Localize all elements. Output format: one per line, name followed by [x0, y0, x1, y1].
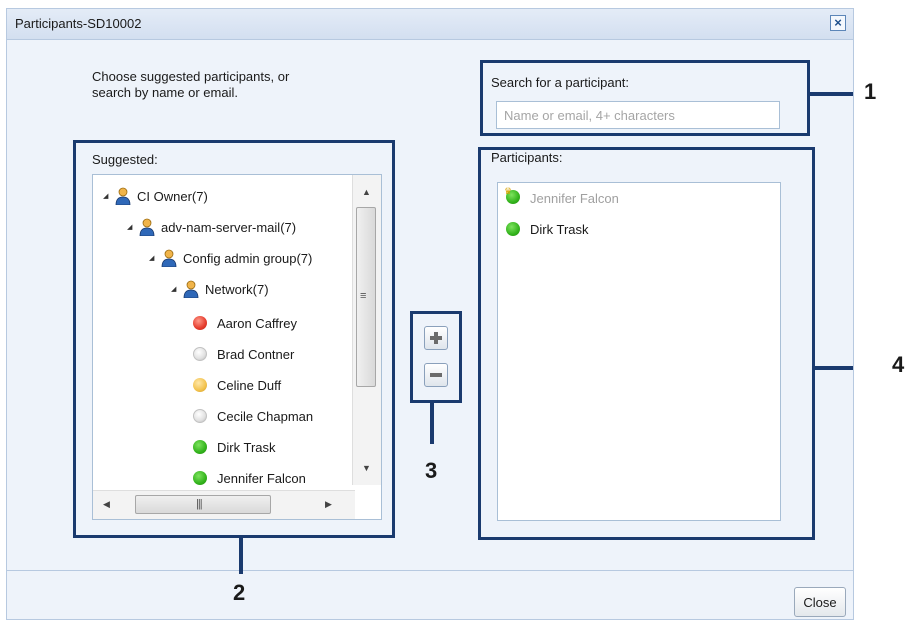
- tree-person-brad-contner[interactable]: Brad Contner: [193, 343, 294, 365]
- owner-status-icon: ♛: [504, 186, 530, 207]
- tree-person-cecile-chapman[interactable]: Cecile Chapman: [193, 405, 313, 427]
- person-name: Jennifer Falcon: [217, 470, 306, 486]
- status-red-icon: [193, 316, 207, 330]
- add-participant-button[interactable]: [424, 326, 448, 350]
- expand-triangle-icon[interactable]: ◢: [103, 192, 115, 200]
- expand-triangle-icon[interactable]: ◢: [171, 285, 183, 293]
- expand-triangle-icon[interactable]: ◢: [149, 254, 161, 262]
- status-grey-icon: [193, 347, 207, 361]
- search-input[interactable]: [496, 101, 780, 129]
- plus-icon: [429, 331, 443, 345]
- status-green-icon: [193, 440, 207, 454]
- tree-group-config-admin[interactable]: ◢ Config admin group(7): [149, 247, 312, 269]
- instruction-line-1: Choose suggested participants, or: [92, 69, 290, 84]
- dialog-title: Participants-SD10002: [15, 16, 142, 31]
- scroll-up-arrow-icon[interactable]: ▲: [362, 187, 371, 197]
- callout-line-1: [809, 92, 853, 96]
- scroll-down-arrow-icon[interactable]: ▼: [362, 463, 371, 473]
- person-name: Aaron Caffrey: [217, 315, 297, 331]
- suggested-tree[interactable]: ◢ CI Owner(7) ◢ adv-nam-server-mail(7) ◢…: [92, 174, 382, 520]
- tree-group-label: Config admin group(7): [183, 250, 313, 266]
- status-green-icon: [193, 471, 207, 485]
- tree-group-adv-nam[interactable]: ◢ adv-nam-server-mail(7): [127, 216, 296, 238]
- tree-person-celine-duff[interactable]: Celine Duff: [193, 374, 281, 396]
- participants-list[interactable]: ♛ Jennifer Falcon Dirk Trask: [497, 182, 781, 521]
- tree-group-label: CI Owner(7): [137, 188, 208, 204]
- tree-person-aaron-caffrey[interactable]: Aaron Caffrey: [193, 312, 297, 334]
- horizontal-scroll-thumb[interactable]: |||: [135, 495, 271, 514]
- vertical-scrollbar[interactable]: ▲ ≡ ▼: [352, 175, 381, 485]
- expand-triangle-icon[interactable]: ◢: [127, 223, 139, 231]
- search-label: Search for a participant:: [491, 75, 630, 90]
- participant-item-dirk-trask[interactable]: Dirk Trask: [506, 218, 589, 240]
- group-user-icon: [139, 218, 155, 236]
- instruction-line-2: search by name or email.: [92, 85, 238, 100]
- group-user-icon: [183, 280, 199, 298]
- callout-number-3: 3: [425, 458, 438, 483]
- status-green-icon: [506, 222, 520, 236]
- person-name: Dirk Trask: [217, 439, 276, 455]
- tree-person-jennifer-falcon[interactable]: Jennifer Falcon: [193, 467, 306, 489]
- person-name: Brad Contner: [217, 346, 295, 362]
- remove-participant-button[interactable]: [424, 363, 448, 387]
- instruction-text: Choose suggested participants, or search…: [92, 69, 392, 101]
- suggested-label: Suggested:: [92, 152, 158, 167]
- callout-box-add-remove: [410, 311, 462, 403]
- person-name: Celine Duff: [217, 377, 282, 393]
- scroll-right-arrow-icon[interactable]: ▶: [325, 499, 332, 510]
- callout-line-3: [430, 402, 434, 444]
- participant-name: Dirk Trask: [530, 221, 589, 237]
- person-name: Cecile Chapman: [217, 408, 314, 424]
- tree-group-ci-owner[interactable]: ◢ CI Owner(7): [103, 185, 208, 207]
- grip-icon: ≡: [360, 290, 367, 302]
- participant-item-jennifer-falcon[interactable]: ♛ Jennifer Falcon: [504, 186, 619, 209]
- scroll-left-arrow-icon[interactable]: ◀: [103, 499, 110, 510]
- title-bar: Participants-SD10002 ×: [7, 9, 853, 40]
- callout-line-4: [813, 366, 853, 370]
- minus-icon: [429, 368, 443, 382]
- footer-divider: [7, 570, 853, 571]
- grip-icon: |||: [196, 498, 203, 510]
- group-user-icon: [161, 249, 177, 267]
- callout-number-4: 4: [892, 352, 905, 377]
- crown-icon: ♛: [504, 185, 513, 196]
- participant-name: Jennifer Falcon: [530, 190, 619, 206]
- callout-line-2: [239, 538, 243, 574]
- tree-group-label: adv-nam-server-mail(7): [161, 219, 297, 235]
- vertical-scroll-thumb[interactable]: ≡: [356, 207, 376, 387]
- group-user-icon: [115, 187, 131, 205]
- participants-dialog: Participants-SD10002 × Choose suggested …: [6, 8, 854, 620]
- status-grey-icon: [193, 409, 207, 423]
- tree-person-dirk-trask[interactable]: Dirk Trask: [193, 436, 276, 458]
- close-x-icon[interactable]: ×: [830, 15, 846, 31]
- status-yellow-icon: [193, 378, 207, 392]
- tree-group-network[interactable]: ◢ Network(7): [171, 278, 269, 300]
- callout-number-1: 1: [864, 79, 877, 104]
- callout-number-2: 2: [233, 580, 246, 605]
- horizontal-scrollbar[interactable]: ◀ ||| ▶: [93, 490, 355, 519]
- close-button[interactable]: Close: [794, 587, 846, 617]
- participants-label: Participants:: [491, 150, 563, 165]
- tree-group-label: Network(7): [205, 281, 269, 297]
